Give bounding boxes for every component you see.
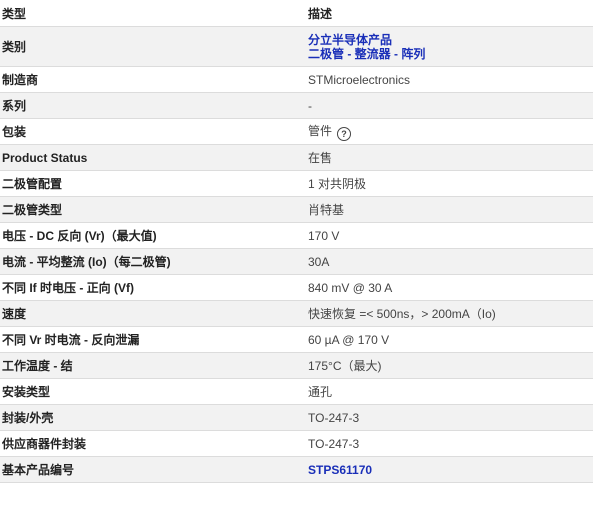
category-link-discrete-semiconductors[interactable]: 分立半导体产品: [308, 33, 593, 47]
row-mounting-type: 安装类型 通孔: [0, 378, 593, 405]
row-label: 包装: [0, 118, 306, 145]
row-supplier-device-package: 供应商器件封装 TO-247-3: [0, 430, 593, 457]
row-label: 封装/外壳: [0, 404, 306, 431]
row-value: TO-247-3: [306, 404, 593, 431]
row-value: 175°C（最大): [306, 352, 593, 379]
column-header-attribute: 类型: [0, 0, 306, 27]
row-category: 类别 分立半导体产品 二极管 - 整流器 - 阵列: [0, 26, 593, 67]
base-part-number-link[interactable]: STPS61170: [308, 463, 593, 477]
row-label: 系列: [0, 92, 306, 119]
row-value: 170 V: [306, 222, 593, 249]
row-label: Product Status: [0, 144, 306, 171]
column-header-description: 描述: [306, 0, 593, 27]
row-label: 速度: [0, 300, 306, 327]
package-value: 管件: [308, 124, 333, 138]
row-label: 工作温度 - 结: [0, 352, 306, 379]
row-label: 二极管配置: [0, 170, 306, 197]
row-series: 系列 -: [0, 92, 593, 119]
row-value: 管件?: [306, 118, 593, 145]
row-diode-configuration: 二极管配置 1 对共阴极: [0, 170, 593, 197]
row-label: 基本产品编号: [0, 456, 306, 483]
row-current-reverse-leakage: 不同 Vr 时电流 - 反向泄漏 60 µA @ 170 V: [0, 326, 593, 353]
row-package-case: 封装/外壳 TO-247-3: [0, 404, 593, 431]
category-link-diode-rectifier-arrays[interactable]: 二极管 - 整流器 - 阵列: [308, 47, 593, 61]
row-value: 通孔: [306, 378, 593, 405]
row-value: 1 对共阴极: [306, 170, 593, 197]
product-attributes-table: 类型 描述 类别 分立半导体产品 二极管 - 整流器 - 阵列 制造商 STMi…: [0, 0, 593, 483]
row-product-status: Product Status 在售: [0, 144, 593, 171]
row-value: 840 mV @ 30 A: [306, 274, 593, 301]
row-speed: 速度 快速恢复 =< 500ns，> 200mA（Io): [0, 300, 593, 327]
table-header-row: 类型 描述: [0, 0, 593, 27]
row-value: TO-247-3: [306, 430, 593, 457]
row-value: 分立半导体产品 二极管 - 整流器 - 阵列: [306, 26, 593, 67]
row-value: 30A: [306, 248, 593, 275]
row-label: 二极管类型: [0, 196, 306, 223]
row-label: 电压 - DC 反向 (Vr)（最大值): [0, 222, 306, 249]
row-label: 供应商器件封装: [0, 430, 306, 457]
row-value: STMicroelectronics: [306, 66, 593, 93]
row-label: 安装类型: [0, 378, 306, 405]
row-base-part-number: 基本产品编号 STPS61170: [0, 456, 593, 483]
row-value: -: [306, 92, 593, 119]
row-manufacturer: 制造商 STMicroelectronics: [0, 66, 593, 93]
row-current-average-rectified: 电流 - 平均整流 (Io)（每二极管) 30A: [0, 248, 593, 275]
row-voltage-dc-reverse: 电压 - DC 反向 (Vr)（最大值) 170 V: [0, 222, 593, 249]
row-label: 不同 Vr 时电流 - 反向泄漏: [0, 326, 306, 353]
row-label: 类别: [0, 26, 306, 67]
row-value: 60 µA @ 170 V: [306, 326, 593, 353]
row-operating-temperature: 工作温度 - 结 175°C（最大): [0, 352, 593, 379]
row-label: 不同 If 时电压 - 正向 (Vf): [0, 274, 306, 301]
row-voltage-forward: 不同 If 时电压 - 正向 (Vf) 840 mV @ 30 A: [0, 274, 593, 301]
row-label: 电流 - 平均整流 (Io)（每二极管): [0, 248, 306, 275]
row-package: 包装 管件?: [0, 118, 593, 145]
row-diode-type: 二极管类型 肖特基: [0, 196, 593, 223]
row-value: 在售: [306, 144, 593, 171]
row-label: 制造商: [0, 66, 306, 93]
row-value: STPS61170: [306, 456, 593, 483]
help-circle-icon[interactable]: ?: [337, 127, 352, 141]
row-value: 肖特基: [306, 196, 593, 223]
row-value: 快速恢复 =< 500ns，> 200mA（Io): [306, 300, 593, 327]
